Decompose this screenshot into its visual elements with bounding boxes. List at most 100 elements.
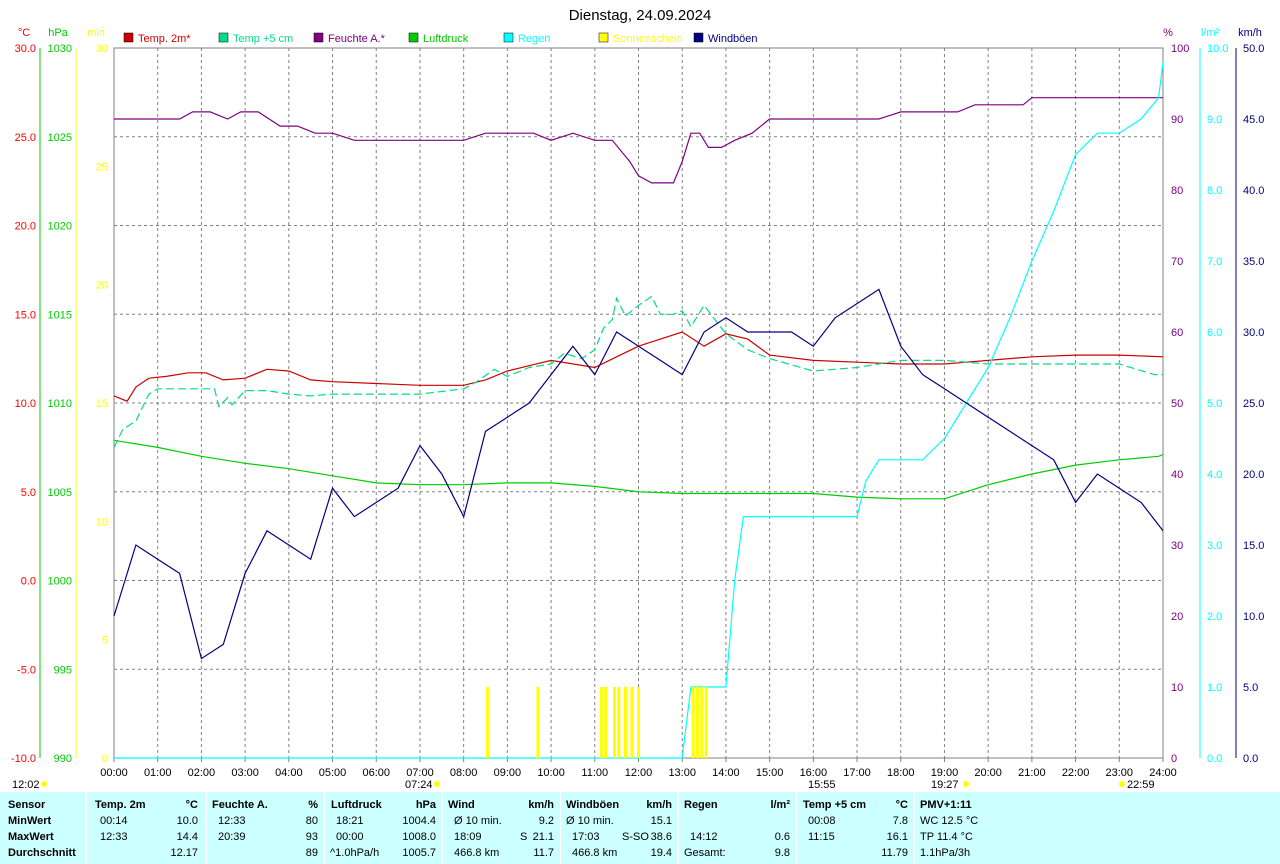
- sunshine-bar: [700, 687, 704, 758]
- wind-unit: km/h: [528, 799, 554, 811]
- gusts-max-dir: S-SO: [622, 831, 649, 843]
- legend-label: Temp. 2m*: [138, 33, 191, 45]
- wind-min-label: Ø 10 min.: [454, 815, 502, 827]
- axis-unit-wind_kmh: km/h: [1238, 27, 1262, 39]
- temp5cm-min-time: 00:08: [808, 815, 836, 827]
- axis-unit-rain_lm2: l/m²: [1201, 27, 1220, 39]
- x-tick-label: 11:00: [581, 767, 608, 779]
- sunshine-bar: [612, 687, 616, 758]
- axis-tick-label-temp_c: 10.0: [15, 398, 36, 410]
- wind-min: 9.2: [538, 815, 554, 827]
- temp2m-max: 14.4: [176, 831, 198, 843]
- humidity-unit: %: [308, 799, 318, 811]
- stats-min-label: MinWert: [8, 815, 52, 827]
- moon-icon-left: [41, 781, 47, 787]
- axis-tick-label-hum_pct: 100: [1171, 43, 1189, 55]
- axis-tick-label-wind_kmh: 50.0: [1243, 43, 1264, 55]
- axis-tick-label-press_hpa: 995: [54, 664, 72, 676]
- legend-swatch: [218, 32, 229, 43]
- rain-header: Regen: [684, 799, 718, 811]
- axis-tick-label-temp_c: 0.0: [21, 576, 36, 588]
- axis-tick-label-press_hpa: 1025: [48, 132, 72, 144]
- temp2m-max-time: 12:33: [100, 831, 128, 843]
- sunshine-bar: [696, 687, 700, 758]
- axis-tick-label-hum_pct: 60: [1171, 327, 1183, 339]
- pmv-line3: 1.1hPa/3h: [920, 847, 971, 859]
- legend-swatch: [313, 32, 324, 43]
- legend: Temp. 2m* Temp +5 cm Feuchte A.* Luftdruck R…: [123, 32, 758, 45]
- humidity-avg: 89: [305, 847, 318, 859]
- temp5cm-min: 7.8: [892, 815, 908, 827]
- x-tick-label: 12:00: [625, 767, 653, 779]
- sunrise-icon: [434, 781, 440, 787]
- axis-tick-label-hum_pct: 80: [1171, 185, 1183, 197]
- axis-tick-label-hum_pct: 0: [1171, 753, 1177, 765]
- humidity-min-time: 12:33: [218, 815, 246, 827]
- time-markers: 07:24 15:55 19:27 12:02 22:59: [12, 779, 1155, 791]
- axis-tick-label-hum_pct: 30: [1171, 540, 1183, 552]
- x-tick-label: 17:00: [843, 767, 871, 779]
- x-tick-label: 16:00: [800, 767, 828, 779]
- x-tick-label: 08:00: [450, 767, 478, 779]
- axis-unit-temp_c: °C: [18, 27, 30, 39]
- axis-tick-label-press_hpa: 1015: [48, 309, 72, 321]
- x-tick-label: 03:00: [231, 767, 259, 779]
- sunshine-bar: [630, 687, 634, 758]
- stats-max-label: MaxWert: [8, 831, 54, 843]
- moon-time-left: 12:02: [12, 779, 40, 791]
- axis-tick-label-sun_min: 30: [96, 43, 108, 55]
- axis-tick-label-rain_lm2: 0.0: [1207, 753, 1222, 765]
- x-tick-label: 22:00: [1062, 767, 1090, 779]
- axis-tick-label-sun_min: 10: [96, 516, 108, 528]
- rain-max-time: 14:12: [690, 831, 718, 843]
- axis-tick-label-rain_lm2: 5.0: [1207, 398, 1222, 410]
- legend-label: Temp +5 cm: [233, 33, 293, 45]
- temp5cm-avg: 11.79: [881, 847, 908, 859]
- axis-tick-label-wind_kmh: 25.0: [1243, 398, 1264, 410]
- chart-title: Dienstag, 24.09.2024: [569, 7, 712, 24]
- axis-tick-label-hum_pct: 20: [1171, 611, 1183, 623]
- legend-label: Luftdruck: [423, 33, 469, 45]
- axis-tick-label-temp_c: -5.0: [17, 664, 36, 676]
- x-tick-label: 13:00: [668, 767, 696, 779]
- sunset-icon: [963, 781, 969, 787]
- legend-swatch: [123, 32, 134, 43]
- axis-tick-label-wind_kmh: 0.0: [1243, 753, 1258, 765]
- gusts-min-label: Ø 10 min.: [566, 815, 614, 827]
- sunshine-bar: [604, 687, 608, 758]
- temp5cm-header: Temp +5 cm: [803, 799, 867, 811]
- temp5cm-unit: °C: [895, 799, 908, 811]
- legend-swatch: [598, 32, 609, 43]
- pressure-unit: hPa: [415, 799, 436, 811]
- temp2m-min-time: 00:14: [100, 815, 128, 827]
- x-tick-label: 10:00: [537, 767, 565, 779]
- stats-col-sensor: Sensor MinWert MaxWert Durchschnitt: [0, 792, 87, 864]
- pressure-header: Luftdruck: [331, 799, 382, 811]
- sunrise-time-label: 07:24: [405, 779, 433, 791]
- stats-col-pmv: PMV+1:11 WC 12.5 °C TP 11.4 °C 1.1hPa/3h: [914, 792, 1280, 864]
- axis-tick-label-hum_pct: 70: [1171, 256, 1183, 268]
- axis-tick-label-sun_min: 25: [96, 161, 108, 173]
- gusts-unit: km/h: [646, 799, 672, 811]
- axis-tick-label-rain_lm2: 9.0: [1207, 114, 1222, 126]
- axis-tick-label-press_hpa: 990: [54, 753, 72, 765]
- sunset-time-label: 19:27: [931, 779, 959, 791]
- pressure-avg-label: ^1.0hPa/h: [330, 847, 380, 859]
- stats-col-humidity: Feuchte A.% 12:33 80 20:39 93 89: [206, 792, 325, 864]
- pressure-avg: 1005.7: [402, 847, 436, 859]
- x-tick-label: 06:00: [362, 767, 390, 779]
- axis-unit-hum_pct: %: [1163, 27, 1173, 39]
- axis-tick-label-rain_lm2: 1.0: [1207, 682, 1222, 694]
- axis-tick-label-rain_lm2: 8.0: [1207, 185, 1222, 197]
- x-tick-label: 04:00: [275, 767, 303, 779]
- stats-sensor-header: Sensor: [8, 799, 46, 811]
- x-tick-label: 07:00: [406, 767, 434, 779]
- axis-tick-label-temp_c: 5.0: [21, 487, 36, 499]
- axis-tick-label-rain_lm2: 7.0: [1207, 256, 1222, 268]
- moon-icon-right: [1119, 781, 1125, 787]
- stats-avg-label: Durchschnitt: [8, 847, 76, 859]
- pressure-min-time: 18:21: [336, 815, 364, 827]
- weather-chart: Dienstag, 24.09.2024 00:00 01:00 02:00 03:0…: [11, 7, 1265, 791]
- axis-tick-label-sun_min: 15: [96, 398, 108, 410]
- axis-tick-label-rain_lm2: 4.0: [1207, 469, 1222, 481]
